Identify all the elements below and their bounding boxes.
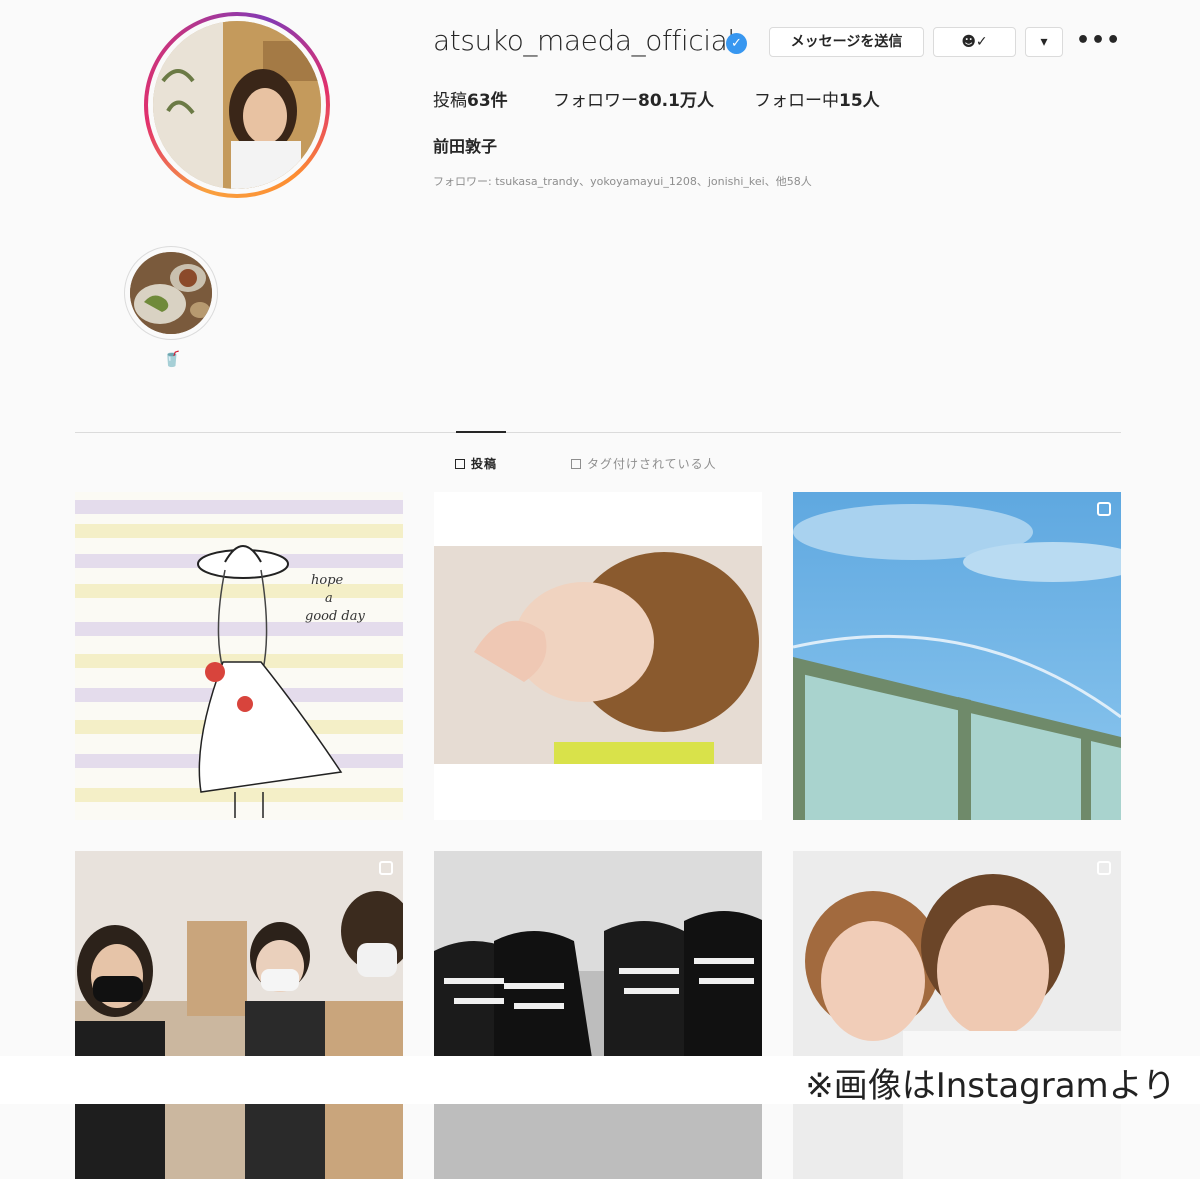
tab-tagged[interactable]: タグ付けされている人 [571, 455, 717, 472]
post-tile-friends[interactable] [75, 851, 403, 1179]
post-tile-selfie[interactable] [793, 851, 1121, 1179]
profile-full-name: 前田敦子 [433, 137, 498, 156]
following-label: フォロー中 [754, 91, 839, 111]
post-tile-portrait[interactable] [434, 492, 762, 820]
ellipsis-icon[interactable]: ••• [1076, 28, 1121, 53]
post-tile-sky[interactable] [793, 492, 1121, 820]
multiple-images-icon [379, 861, 393, 875]
suggestions-dropdown-button[interactable]: ▾ [1025, 27, 1063, 57]
tabs-divider [75, 432, 1121, 433]
handwritten-text-line-2: a [325, 591, 333, 606]
person-check-icon: ☻✓ [961, 34, 988, 50]
post-tile-illustration[interactable]: hope a good day [75, 492, 403, 820]
profile-username: atsuko_maeda_official [433, 24, 735, 57]
following-link[interactable]: フォロー中15人 [754, 86, 880, 111]
multiple-images-icon [1097, 861, 1111, 875]
tab-posts[interactable]: 投稿 [455, 455, 497, 472]
send-message-button[interactable]: メッセージを送信 [769, 27, 924, 57]
followers-label: フォロワー [553, 91, 638, 111]
tab-tagged-label: タグ付けされている人 [587, 457, 717, 471]
tab-posts-label: 投稿 [471, 457, 498, 471]
followed-by-text[interactable]: フォロワー: tsukasa_trandy、yokoyamayui_1208、j… [433, 173, 812, 189]
avatar-ring-gap [148, 16, 326, 194]
avatar [153, 21, 321, 189]
profile-avatar-ring[interactable] [144, 12, 330, 198]
source-caption-bar: ※画像はInstagramより [0, 1056, 1200, 1106]
followers-link[interactable]: フォロワー80.1万人 [553, 86, 714, 111]
followers-value: 80.1万人 [638, 91, 714, 111]
caret-down-icon: ▾ [1040, 34, 1048, 50]
posts-value: 63件 [467, 91, 508, 111]
source-caption: ※画像はInstagramより [805, 1066, 1176, 1106]
tag-person-icon [571, 459, 581, 469]
following-button[interactable]: ☻✓ [933, 27, 1016, 57]
handwritten-text-line-1: hope [311, 573, 344, 588]
multiple-images-icon [1097, 502, 1111, 516]
handwritten-text-line-3: good day [305, 609, 366, 624]
following-value: 15人 [839, 91, 880, 111]
posts-count: 投稿63件 [433, 86, 508, 111]
posts-label: 投稿 [433, 91, 467, 111]
drink-cup-icon: 🥤 [162, 350, 182, 368]
active-tab-indicator [456, 431, 506, 433]
grid-icon [455, 459, 465, 469]
post-tile-sneakers[interactable] [434, 851, 762, 1179]
verified-badge-icon: ✓ [726, 33, 747, 54]
highlight-cover-image [130, 252, 212, 334]
story-highlight[interactable] [124, 246, 218, 340]
